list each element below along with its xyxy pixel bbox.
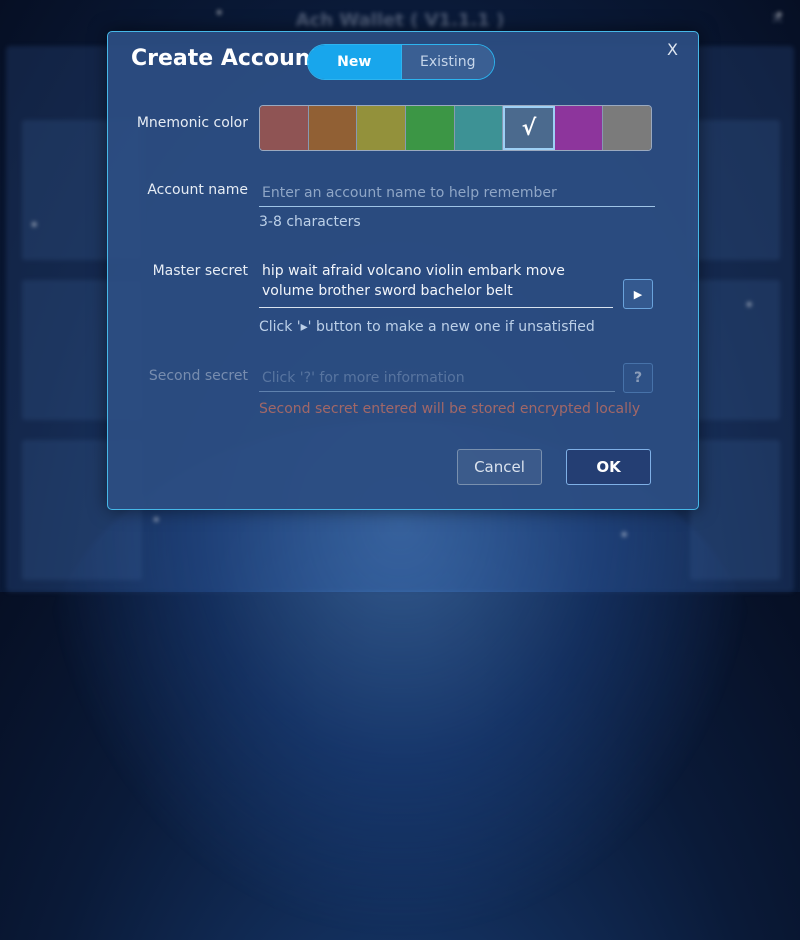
question-mark-icon: ? [633,370,643,386]
checkmark-icon: √ [521,115,537,141]
app-card [690,120,780,260]
second-secret-label: Second secret [148,368,248,384]
master-secret-underline [259,307,613,308]
second-secret-input[interactable] [259,364,615,392]
color-swatch[interactable] [405,106,455,150]
star-decoration: ✦ [775,10,784,21]
account-mode-tabs: New Existing [307,44,495,80]
second-secret-help-button[interactable]: ? [623,363,653,393]
tab-new[interactable]: New [308,45,401,79]
master-secret-hint: Click '▸' button to make a new one if un… [259,319,595,335]
color-swatch[interactable] [357,106,406,150]
mnemonic-color-label: Mnemonic color [136,115,248,131]
star-decoration: ✦ [745,300,754,311]
account-name-hint: 3-8 characters [259,214,361,230]
master-secret-value[interactable]: hip wait afraid volcano violin embark mo… [262,261,602,301]
create-account-dialog: Create Account New Existing X Mnemonic c… [107,31,699,510]
master-secret-label: Master secret [152,263,248,279]
color-swatch[interactable] [603,106,651,150]
close-icon[interactable]: X [667,40,678,59]
color-swatch[interactable]: √ [503,106,555,150]
mnemonic-color-picker: √ [259,105,652,151]
dialog-title: Create Account [131,46,321,71]
star-decoration: ✦ [215,8,224,19]
app-card [690,280,780,420]
color-swatch[interactable] [260,106,309,150]
account-name-input[interactable] [259,179,655,207]
star-decoration: ✦ [620,530,629,541]
app-card [690,440,780,580]
play-icon: ▶ [633,287,643,301]
account-name-label: Account name [147,182,248,198]
regenerate-secret-button[interactable]: ▶ [623,279,653,309]
app-title: Ach Wallet ( V1.1.1 ) [295,10,505,31]
color-swatch[interactable] [454,106,504,150]
star-decoration: ✦ [30,220,39,231]
color-swatch[interactable] [308,106,358,150]
second-secret-warning: Second secret entered will be stored enc… [259,401,641,417]
color-swatch[interactable] [554,106,604,150]
cancel-button[interactable]: Cancel [457,449,542,485]
tab-existing[interactable]: Existing [400,45,494,79]
star-decoration: ✦ [152,515,161,526]
ok-button[interactable]: OK [566,449,651,485]
